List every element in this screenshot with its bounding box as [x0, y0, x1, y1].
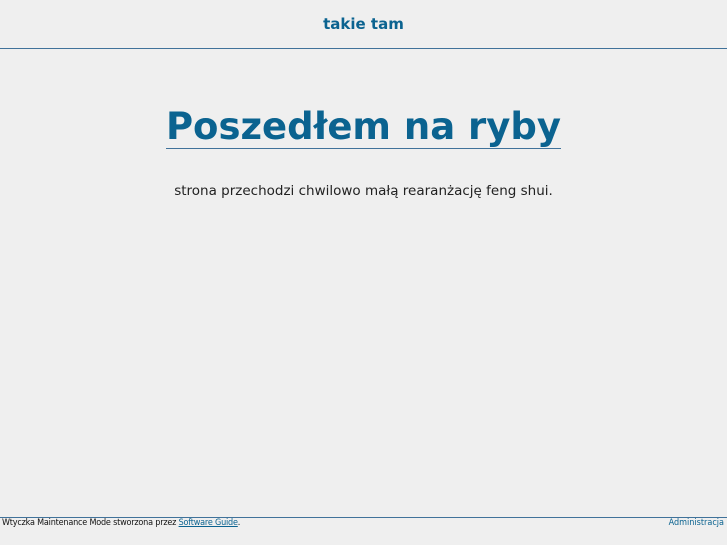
site-title: takie tam — [323, 15, 404, 33]
page-headline-link[interactable]: Poszedłem na ryby — [165, 106, 562, 149]
footer-credit: Wtyczka Maintenance Mode stworzona przez… — [2, 518, 240, 528]
software-guide-link[interactable]: Software Guide — [179, 518, 238, 528]
credit-prefix: Wtyczka Maintenance Mode stworzona przez — [2, 518, 179, 528]
main-content: Poszedłem na ryby strona przechodzi chwi… — [0, 49, 727, 199]
credit-suffix: . — [237, 518, 241, 528]
maintenance-message: strona przechodzi chwilowo małą rearanża… — [174, 183, 553, 199]
admin-link[interactable]: Administracja — [669, 518, 724, 528]
footer: Wtyczka Maintenance Mode stworzona przez… — [0, 517, 727, 545]
header: takie tam — [0, 0, 727, 49]
